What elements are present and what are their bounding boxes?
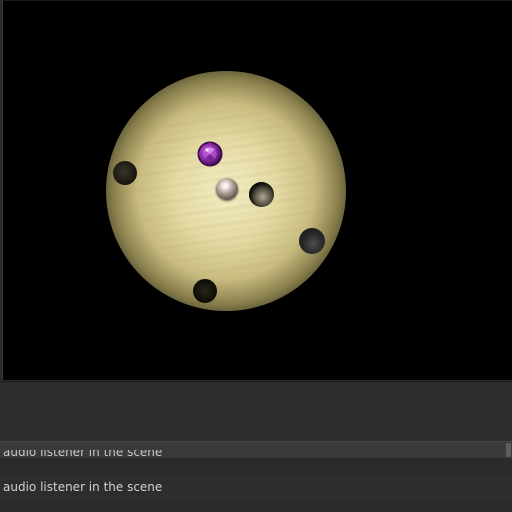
console-row-separator xyxy=(0,458,512,474)
hole-icon xyxy=(113,161,137,185)
hole-icon xyxy=(249,182,274,207)
player-ball-icon xyxy=(216,178,238,200)
game-window: audio listener in the scene audio listen… xyxy=(0,0,512,512)
console-scrollbar-thumb[interactable] xyxy=(506,443,511,457)
console-entry-text: audio listener in the scene xyxy=(3,450,163,459)
game-viewport[interactable] xyxy=(2,0,512,381)
hole-icon xyxy=(299,228,325,254)
hole-icon xyxy=(193,279,217,303)
console-entry[interactable]: audio listener in the scene xyxy=(3,450,503,459)
console-entry-text: audio listener in the scene xyxy=(3,480,163,494)
console-toolbar xyxy=(0,381,512,442)
gem-icon xyxy=(197,141,223,167)
